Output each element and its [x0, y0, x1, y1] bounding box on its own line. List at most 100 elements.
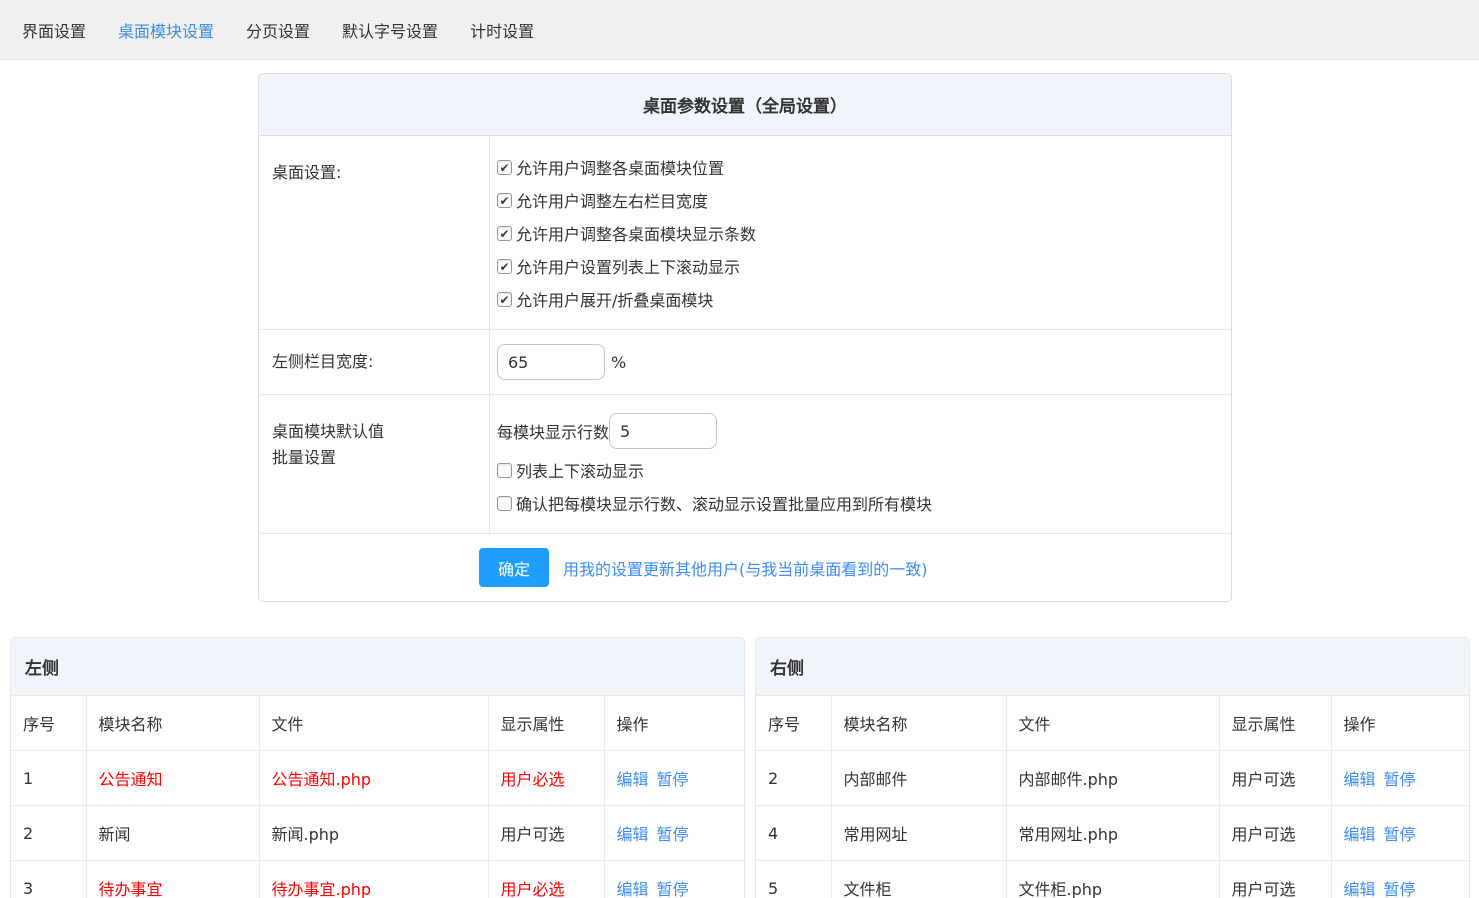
col-header-operations: 操作 [1331, 696, 1469, 751]
col-header-operations: 操作 [604, 696, 744, 751]
rows-per-module-input[interactable] [609, 413, 717, 449]
confirm-button[interactable]: 确定 [479, 548, 549, 587]
option-label: 允许用户调整各桌面模块显示条数 [516, 221, 756, 245]
left-table-title: 左侧 [11, 638, 744, 696]
cell-module-name: 常用网址 [831, 806, 1006, 861]
edit-link[interactable]: 编辑 [617, 770, 649, 789]
option-label: 列表上下滚动显示 [516, 458, 644, 482]
row-left-column-width: 左侧栏目宽度: % [259, 330, 1231, 395]
left-width-label: 左侧栏目宽度: [259, 330, 490, 394]
checkbox-icon[interactable] [497, 292, 512, 307]
edit-link[interactable]: 编辑 [617, 880, 649, 898]
cell-no: 2 [756, 751, 831, 806]
left-width-input[interactable] [497, 344, 605, 380]
tab-default-fontsize-settings[interactable]: 默认字号设置 [330, 18, 450, 42]
panel-title: 桌面参数设置（全局设置） [259, 74, 1231, 136]
cell-no: 1 [11, 751, 86, 806]
cell-display-attr: 用户可选 [1219, 861, 1331, 898]
cell-no: 4 [756, 806, 831, 861]
right-modules-table: 右侧 序号 模块名称 文件 显示属性 操作 2 内部邮件 内部邮件.php 用户… [755, 637, 1470, 898]
checkbox-icon[interactable] [497, 160, 512, 175]
cell-file: 新闻.php [259, 806, 488, 861]
pause-link[interactable]: 暂停 [657, 770, 689, 789]
checkbox-icon[interactable] [497, 463, 512, 478]
table-row: 5 文件柜 文件柜.php 用户可选 编辑暂停 [756, 861, 1469, 898]
option-label: 允许用户展开/折叠桌面模块 [516, 287, 713, 311]
cell-operations: 编辑暂停 [1331, 751, 1469, 806]
desktop-settings-label: 桌面设置: [259, 136, 490, 329]
cell-file: 待办事宜.php [259, 861, 488, 898]
pause-link[interactable]: 暂停 [657, 880, 689, 898]
pause-link[interactable]: 暂停 [657, 825, 689, 844]
cell-module-name: 文件柜 [831, 861, 1006, 898]
row-batch-defaults: 桌面模块默认值 批量设置 每模块显示行数 列表上下滚动显示 确认把每模块显示行数… [259, 395, 1231, 534]
row-actions: 确定 用我的设置更新其他用户(与我当前桌面看到的一致) [259, 534, 1231, 601]
option-list-scroll[interactable]: 允许用户设置列表上下滚动显示 [497, 249, 1221, 282]
tab-timer-settings[interactable]: 计时设置 [458, 18, 546, 42]
table-row: 2 内部邮件 内部邮件.php 用户可选 编辑暂停 [756, 751, 1469, 806]
cell-file: 公告通知.php [259, 751, 488, 806]
cell-no: 2 [11, 806, 86, 861]
option-label: 允许用户调整各桌面模块位置 [516, 155, 724, 179]
pause-link[interactable]: 暂停 [1384, 770, 1416, 789]
pause-link[interactable]: 暂停 [1384, 825, 1416, 844]
cell-module-name: 公告通知 [86, 751, 259, 806]
option-expand-collapse[interactable]: 允许用户展开/折叠桌面模块 [497, 282, 1221, 315]
left-modules-table: 左侧 序号 模块名称 文件 显示属性 操作 1 公告通知 公告通知.php 用户… [10, 637, 745, 898]
batch-settings-label: 桌面模块默认值 批量设置 [259, 395, 490, 533]
table-row: 3 待办事宜 待办事宜.php 用户必选 编辑暂停 [11, 861, 744, 898]
cell-display-attr: 用户可选 [1219, 751, 1331, 806]
batch-label-line2: 批量设置 [272, 445, 479, 471]
cell-display-attr: 用户必选 [488, 751, 604, 806]
option-adjust-column-width[interactable]: 允许用户调整左右栏目宽度 [497, 183, 1221, 216]
cell-display-attr: 用户可选 [488, 806, 604, 861]
cell-operations: 编辑暂停 [604, 751, 744, 806]
checkbox-icon[interactable] [497, 226, 512, 241]
option-batch-list-scroll[interactable]: 列表上下滚动显示 [497, 453, 1221, 486]
cell-module-name: 新闻 [86, 806, 259, 861]
col-header-no: 序号 [756, 696, 831, 751]
checkbox-icon[interactable] [497, 193, 512, 208]
edit-link[interactable]: 编辑 [1344, 825, 1376, 844]
batch-label-line1: 桌面模块默认值 [272, 419, 479, 445]
edit-link[interactable]: 编辑 [617, 825, 649, 844]
update-other-users-link[interactable]: 用我的设置更新其他用户(与我当前桌面看到的一致) [563, 556, 928, 580]
module-tables-section: 左侧 序号 模块名称 文件 显示属性 操作 1 公告通知 公告通知.php 用户… [0, 637, 1479, 898]
option-label: 确认把每模块显示行数、滚动显示设置批量应用到所有模块 [516, 491, 932, 515]
table-row: 1 公告通知 公告通知.php 用户必选 编辑暂停 [11, 751, 744, 806]
cell-file: 文件柜.php [1006, 861, 1219, 898]
table-row: 4 常用网址 常用网址.php 用户可选 编辑暂停 [756, 806, 1469, 861]
table-row: 2 新闻 新闻.php 用户可选 编辑暂停 [11, 806, 744, 861]
cell-no: 3 [11, 861, 86, 898]
desktop-params-panel: 桌面参数设置（全局设置） 桌面设置: 允许用户调整各桌面模块位置 允许用户调整左… [258, 73, 1232, 602]
desktop-settings-options: 允许用户调整各桌面模块位置 允许用户调整左右栏目宽度 允许用户调整各桌面模块显示… [490, 136, 1231, 329]
cell-operations: 编辑暂停 [604, 806, 744, 861]
cell-operations: 编辑暂停 [1331, 806, 1469, 861]
col-header-display-attr: 显示属性 [1219, 696, 1331, 751]
edit-link[interactable]: 编辑 [1344, 770, 1376, 789]
tab-interface-settings[interactable]: 界面设置 [10, 18, 98, 42]
settings-tab-bar: 界面设置 桌面模块设置 分页设置 默认字号设置 计时设置 [0, 0, 1479, 60]
option-label: 允许用户调整左右栏目宽度 [516, 188, 708, 212]
cell-display-attr: 用户必选 [488, 861, 604, 898]
cell-operations: 编辑暂停 [1331, 861, 1469, 898]
option-apply-to-all-modules[interactable]: 确认把每模块显示行数、滚动显示设置批量应用到所有模块 [497, 486, 1221, 519]
edit-link[interactable]: 编辑 [1344, 880, 1376, 898]
cell-no: 5 [756, 861, 831, 898]
col-header-module-name: 模块名称 [831, 696, 1006, 751]
checkbox-icon[interactable] [497, 259, 512, 274]
checkbox-icon[interactable] [497, 496, 512, 511]
cell-module-name: 内部邮件 [831, 751, 1006, 806]
cell-display-attr: 用户可选 [1219, 806, 1331, 861]
table-header-row: 序号 模块名称 文件 显示属性 操作 [11, 696, 744, 751]
col-header-no: 序号 [11, 696, 86, 751]
cell-module-name: 待办事宜 [86, 861, 259, 898]
tab-desktop-module-settings[interactable]: 桌面模块设置 [106, 18, 226, 42]
option-adjust-module-position[interactable]: 允许用户调整各桌面模块位置 [497, 150, 1221, 183]
option-adjust-display-count[interactable]: 允许用户调整各桌面模块显示条数 [497, 216, 1221, 249]
col-header-module-name: 模块名称 [86, 696, 259, 751]
cell-file: 内部邮件.php [1006, 751, 1219, 806]
percent-unit: % [611, 353, 626, 372]
pause-link[interactable]: 暂停 [1384, 880, 1416, 898]
tab-pagination-settings[interactable]: 分页设置 [234, 18, 322, 42]
